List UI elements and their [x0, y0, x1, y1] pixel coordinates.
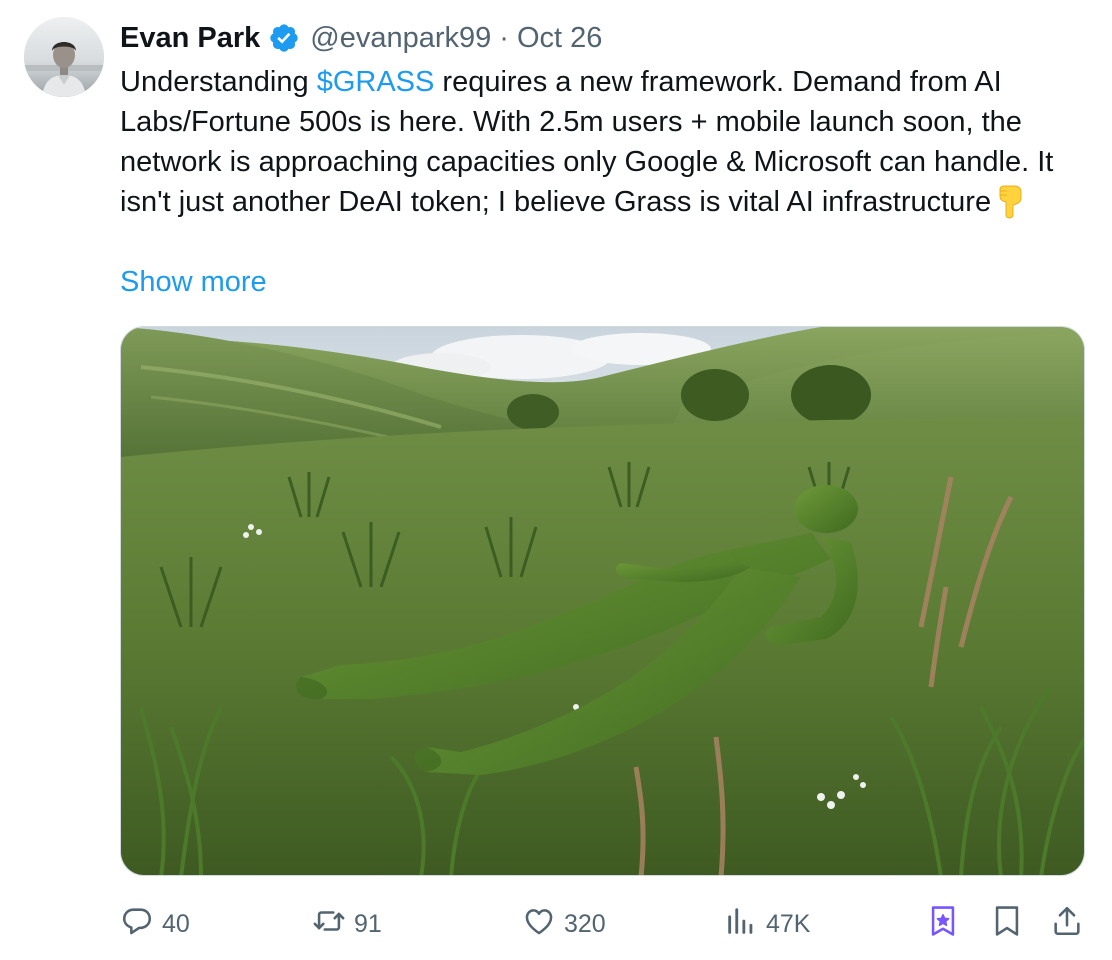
share-button[interactable]	[1050, 902, 1084, 946]
views-icon	[724, 904, 758, 945]
show-more-link[interactable]: Show more	[120, 262, 267, 302]
avatar[interactable]	[24, 17, 104, 97]
like-button[interactable]: 320	[522, 902, 606, 946]
tweet-text-start: Understanding	[120, 66, 317, 98]
repost-button[interactable]: 91	[312, 902, 382, 946]
bookmark-icon	[990, 904, 1024, 945]
share-icon	[1050, 904, 1084, 945]
tweet-text: Understanding $GRASS requires a new fram…	[120, 62, 1095, 222]
reply-button[interactable]: 40	[120, 902, 190, 946]
reply-icon	[120, 904, 154, 945]
views-count: 47K	[766, 909, 811, 938]
author-handle[interactable]: @evanpark99	[310, 22, 491, 55]
reply-count: 40	[162, 909, 190, 938]
point-down-emoji-icon	[995, 185, 1025, 219]
like-icon	[522, 904, 556, 945]
cashtag-link[interactable]: $GRASS	[317, 66, 435, 98]
views-button[interactable]: 47K	[724, 902, 810, 946]
verified-badge-icon[interactable]	[268, 22, 300, 54]
tweet[interactable]: Evan Park @evanpark99 · Oct 26 Understan…	[0, 0, 1112, 960]
like-count: 320	[564, 909, 606, 938]
action-bar: 40 91 320 47K	[120, 902, 1085, 946]
grok-icon	[926, 904, 960, 945]
author-name[interactable]: Evan Park	[120, 22, 260, 55]
tweet-header: Evan Park @evanpark99 · Oct 26	[120, 18, 602, 58]
repost-count: 91	[354, 909, 382, 938]
header-separator: ·	[499, 21, 509, 54]
bookmark-button[interactable]	[990, 902, 1024, 946]
tweet-date[interactable]: Oct 26	[517, 22, 602, 55]
repost-icon	[312, 904, 346, 945]
grok-button[interactable]	[926, 902, 960, 946]
tweet-image[interactable]	[120, 326, 1085, 876]
